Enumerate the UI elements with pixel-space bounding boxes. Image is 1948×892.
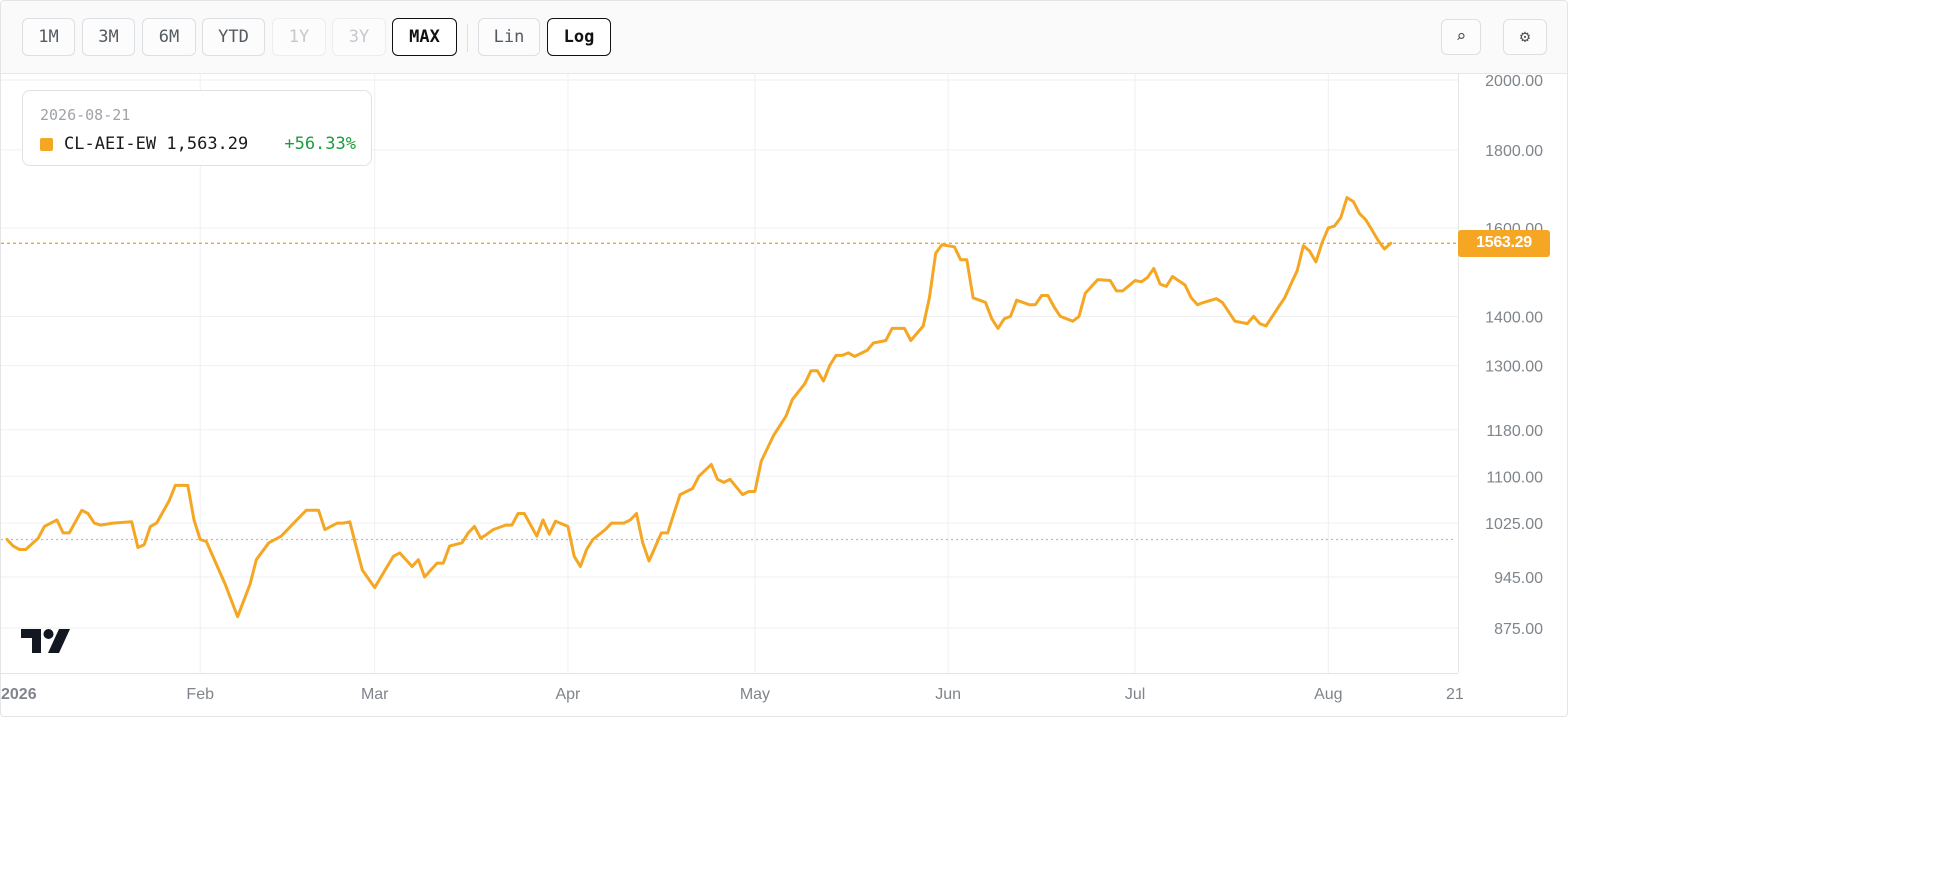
series-color-swatch	[40, 138, 53, 151]
legend-change: +56.33%	[284, 134, 356, 154]
time-tick-label: Mar	[361, 686, 389, 703]
price-tick-label: 945.00	[1494, 570, 1543, 587]
range-button-max[interactable]: MAX	[392, 18, 457, 56]
scale-button-log[interactable]: Log	[547, 18, 611, 56]
range-button-1m[interactable]: 1M	[22, 18, 75, 56]
series-line-cl-aei-ew	[5, 196, 1393, 619]
time-tick-label: 21	[1446, 686, 1464, 703]
search-icon[interactable]: ⌕	[1441, 19, 1481, 55]
price-tick-label: 1025.00	[1485, 516, 1543, 533]
price-tick-label: 1180.00	[1486, 423, 1543, 440]
time-tick-label: 2026	[1, 686, 37, 703]
settings-gear-icon[interactable]: ⚙	[1503, 19, 1547, 55]
toolbar-separator	[467, 24, 468, 52]
time-axis-labels: 2026 Feb Mar Apr May Jun Jul Aug 21	[1, 686, 1464, 703]
price-tick-label: 1300.00	[1485, 359, 1543, 376]
range-button-3y: 3Y	[332, 18, 386, 56]
time-tick-label: Apr	[555, 686, 581, 703]
price-tick-label: 1800.00	[1485, 143, 1543, 160]
scale-button-lin[interactable]: Lin	[478, 18, 540, 56]
legend-value: 1,563.29	[166, 134, 249, 154]
range-button-6m[interactable]: 6M	[142, 18, 196, 56]
time-tick-label: Feb	[186, 686, 214, 703]
price-tick-label: 875.00	[1494, 621, 1543, 638]
price-tick-label: 1400.00	[1485, 309, 1543, 326]
price-tick-label: 1100.00	[1486, 469, 1543, 486]
range-button-1y: 1Y	[272, 18, 326, 56]
chart-widget: 875.00 945.00 1025.00 1100.00 1180.00 1300.00…	[0, 0, 1568, 717]
legend-series-row: CL-AEI-EW 1,563.29	[64, 134, 248, 154]
time-tick-label: Jun	[935, 686, 961, 703]
range-button-3m[interactable]: 3M	[82, 18, 135, 56]
time-tick-label: Aug	[1314, 686, 1342, 703]
toolbar: 1M 3M 6M YTD 1Y 3Y MAX Lin Log ⌕ ⚙	[1, 1, 1567, 74]
tradingview-logo-icon	[21, 629, 70, 653]
price-axis-labels: 875.00 945.00 1025.00 1100.00 1180.00 1300.00…	[1485, 73, 1543, 638]
range-button-ytd[interactable]: YTD	[202, 18, 265, 56]
legend-tooltip: 2026-08-21 CL-AEI-EW 1,563.29 +56.33%	[22, 90, 372, 166]
legend-date: 2026-08-21	[40, 106, 131, 124]
time-tick-label: Jul	[1125, 686, 1145, 703]
legend-symbol: CL-AEI-EW	[64, 134, 157, 154]
price-tick-label: 2000.00	[1485, 73, 1543, 90]
time-tick-label: May	[740, 686, 770, 703]
last-price-label: 1563.29	[1458, 229, 1550, 257]
